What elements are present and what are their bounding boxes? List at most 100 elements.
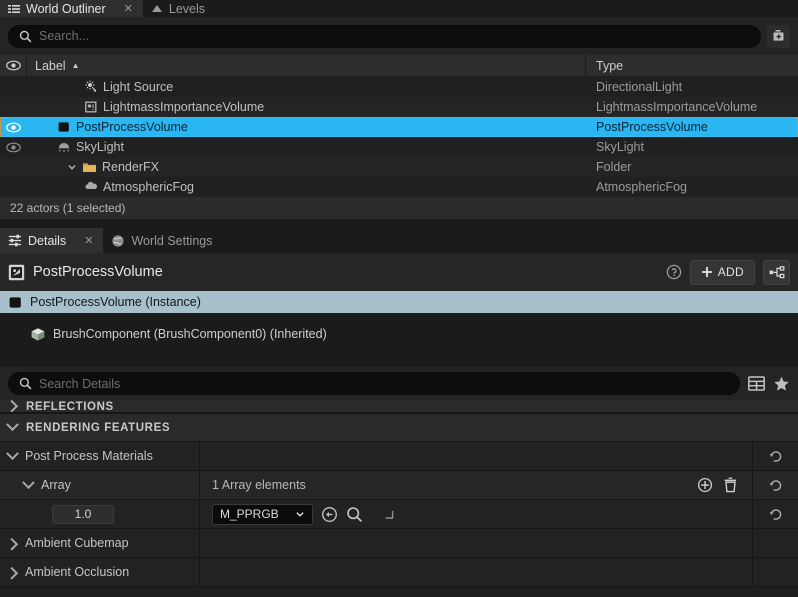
grid-view-icon[interactable] [748, 376, 765, 391]
property-row-post-process-materials[interactable]: Post Process Materials [0, 442, 798, 471]
property-row-array[interactable]: Array 1 Array elements [0, 471, 798, 500]
outliner-row-renderfx[interactable]: RenderFX Folder [0, 157, 798, 177]
component-label: BrushComponent (BrushComponent0) (Inheri… [53, 327, 327, 341]
blueprint-graph-icon[interactable] [763, 259, 790, 285]
property-row-ambient-occlusion[interactable]: Ambient Occlusion [0, 558, 798, 587]
property-reset-slot [753, 558, 798, 586]
material-asset-name: M_PPRGB [220, 507, 279, 521]
chevron-down-icon[interactable] [22, 475, 35, 489]
details-search-input[interactable]: Search Details [8, 372, 740, 395]
outliner-row-light-source[interactable]: Light Source DirectionalLight [0, 77, 798, 97]
details-property-list[interactable]: REFLECTIONS RENDERING FEATURES Post Proc… [0, 400, 798, 597]
chevron-down-icon[interactable] [6, 446, 19, 460]
outliner-row-label: PostProcessVolume [76, 120, 188, 134]
outliner-tree[interactable]: Light Source DirectionalLight LightmassI… [0, 77, 798, 197]
outliner-row-type: LightmassImportanceVolume [596, 100, 758, 114]
outliner-search-input[interactable]: Search... [8, 24, 761, 48]
material-asset-dropdown[interactable]: M_PPRGB [212, 503, 313, 525]
tab-levels[interactable]: Levels [142, 0, 216, 17]
outliner-row-type: Folder [596, 160, 632, 174]
actor-count-text: 22 actors (1 selected) [10, 201, 126, 215]
outliner-row-lightmassimportancevolume[interactable]: LightmassImportanceVolume LightmassImpor… [0, 97, 798, 117]
tab-label: World Settings [131, 233, 213, 248]
column-label-text: Label [35, 58, 66, 73]
category-reflections[interactable]: REFLECTIONS [0, 400, 798, 413]
chevron-down-icon [295, 509, 305, 519]
property-row-array-element-0[interactable]: 1.0 M_PPRGB [0, 500, 798, 529]
use-selected-asset-icon[interactable] [321, 506, 338, 523]
outliner-row-type: DirectionalLight [596, 80, 683, 94]
details-icon [8, 234, 22, 247]
column-type[interactable]: Type [586, 55, 798, 76]
revert-arrow-icon[interactable] [753, 500, 798, 528]
favorites-star-icon[interactable] [773, 376, 790, 392]
column-visibility[interactable] [0, 55, 27, 76]
brush-component-icon [30, 327, 46, 342]
outliner-row-label: RenderFX [102, 160, 159, 174]
column-type-text: Type [596, 58, 624, 73]
component-row-postprocessvolume[interactable]: PostProcessVolume (Instance) [0, 291, 798, 313]
property-value [200, 442, 753, 470]
visibility-toggle[interactable] [0, 122, 27, 133]
tab-world-outliner[interactable]: World Outliner ✕ [0, 0, 143, 17]
new-folder-icon[interactable] [767, 24, 790, 48]
lightmass-volume-icon [84, 100, 98, 114]
category-rendering-features[interactable]: RENDERING FEATURES [0, 413, 798, 442]
directional-light-icon [84, 80, 98, 94]
postprocess-volume-icon [8, 264, 25, 281]
chevron-right-icon [5, 400, 19, 412]
plus-icon [701, 266, 713, 278]
tab-world-settings[interactable]: World Settings [103, 228, 223, 253]
world-settings-icon [111, 234, 125, 248]
component-row-brushcomponent[interactable]: BrushComponent (BrushComponent0) (Inheri… [0, 323, 798, 345]
outliner-row-type: SkyLight [596, 140, 644, 154]
close-icon[interactable]: ✕ [124, 2, 133, 15]
search-icon [19, 30, 32, 43]
fog-icon [84, 180, 98, 194]
property-label: Ambient Occlusion [25, 565, 130, 579]
tab-label: Details [28, 233, 67, 248]
outliner-row-label: Light Source [103, 80, 174, 94]
postprocess-volume-icon [8, 295, 23, 310]
outliner-column-header: Label ▲ Type [0, 55, 798, 77]
revert-arrow-icon[interactable] [753, 471, 798, 499]
trash-icon[interactable] [723, 477, 738, 493]
add-component-button[interactable]: ADD [689, 259, 755, 285]
outliner-row-postprocessvolume[interactable]: PostProcessVolume PostProcessVolume [0, 117, 798, 137]
property-label: Array [41, 478, 71, 492]
outliner-row-atmosphericfog[interactable]: AtmosphericFog AtmosphericFog [0, 177, 798, 197]
outliner-search-bar: Search... [0, 17, 798, 55]
component-tree[interactable]: PostProcessVolume (Instance) BrushCompon… [0, 291, 798, 367]
details-object-title: PostProcessVolume [33, 264, 163, 280]
outliner-row-skylight[interactable]: SkyLight SkyLight [0, 137, 798, 157]
chevron-down-icon[interactable] [67, 162, 77, 172]
asset-picker-icon[interactable] [383, 509, 394, 520]
skylight-icon [57, 140, 71, 154]
search-placeholder: Search... [39, 29, 90, 43]
property-label: Post Process Materials [25, 449, 153, 463]
add-circle-icon[interactable] [697, 477, 713, 493]
add-button-label: ADD [717, 265, 744, 279]
chevron-right-icon[interactable] [5, 566, 19, 580]
visibility-toggle[interactable] [0, 142, 27, 153]
details-title-bar: PostProcessVolume ADD [0, 253, 798, 291]
revert-arrow-icon[interactable] [753, 442, 798, 470]
browse-to-asset-icon[interactable] [346, 506, 363, 523]
column-label[interactable]: Label ▲ [27, 55, 586, 76]
chevron-down-icon [6, 418, 19, 432]
help-icon[interactable] [666, 264, 682, 280]
outliner-row-label: SkyLight [76, 140, 124, 154]
outliner-row-label: LightmassImportanceVolume [103, 100, 265, 114]
array-element-count: 1 Array elements [212, 478, 306, 492]
folder-icon [82, 161, 97, 174]
close-icon[interactable]: ✕ [84, 234, 93, 247]
chevron-right-icon[interactable] [5, 537, 19, 551]
property-row-ambient-cubemap[interactable]: Ambient Cubemap [0, 529, 798, 558]
search-icon [19, 377, 32, 390]
details-tabstrip: Details ✕ World Settings [0, 228, 798, 253]
outliner-tabstrip: World Outliner ✕ Levels [0, 0, 798, 17]
tab-details[interactable]: Details ✕ [0, 228, 104, 253]
sort-ascending-icon: ▲ [71, 61, 80, 70]
details-search-placeholder: Search Details [39, 376, 121, 391]
blend-weight-input[interactable]: 1.0 [52, 504, 114, 524]
